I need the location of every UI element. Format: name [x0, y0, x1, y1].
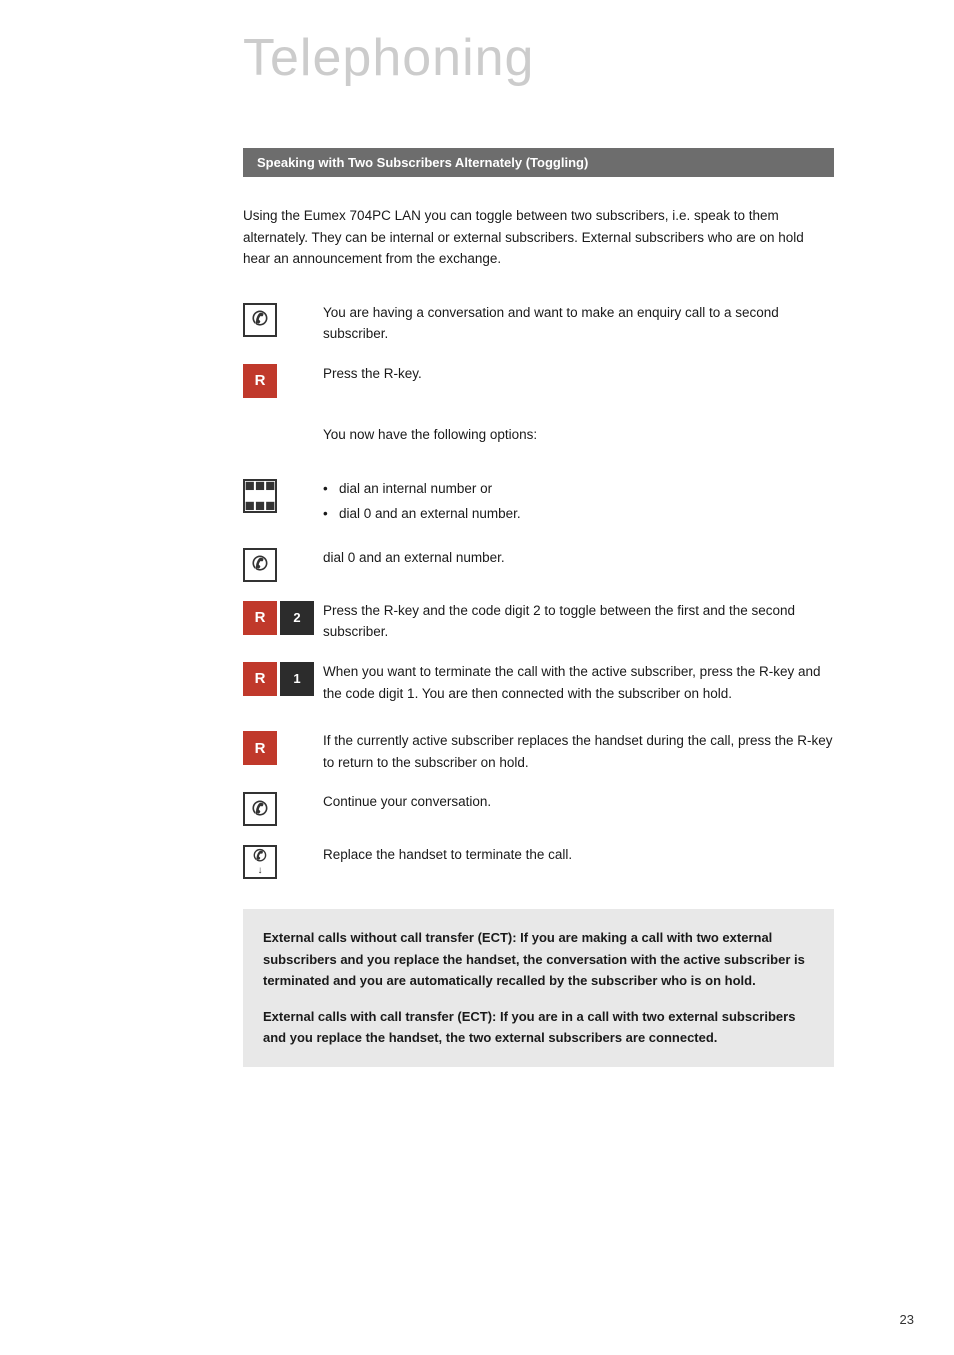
- keypad-glyph: ■■■■■■: [245, 476, 276, 516]
- step-text: You are having a conversation and want t…: [323, 302, 834, 345]
- step-text: Press the R-key and the code digit 2 to …: [323, 600, 834, 643]
- icon-cell: ✆ ↓: [243, 845, 323, 879]
- replace-handset-icon: ✆ ↓: [243, 845, 277, 879]
- step-row: ✆ dial 0 and an external number.: [243, 547, 834, 582]
- digit-2-icon: 2: [280, 601, 314, 635]
- icon-cell: ✆: [243, 792, 323, 826]
- step-text: If the currently active subscriber repla…: [323, 730, 834, 773]
- phone-icon-3: ✆: [243, 792, 277, 826]
- content-area: Speaking with Two Subscribers Alternatel…: [0, 148, 954, 1067]
- options-text: You now have the following options:: [323, 424, 834, 446]
- step-text: Press the R-key.: [323, 363, 834, 385]
- icon-cell: R 2: [243, 601, 323, 635]
- r-key-icon-3: R: [243, 662, 277, 696]
- page-number: 23: [900, 1312, 914, 1327]
- keypad-icon: ■■■■■■: [243, 479, 277, 513]
- step-row: ✆ Continue your conversation.: [243, 791, 834, 826]
- icon-cell: R: [243, 364, 323, 398]
- icon-cell: ■■■■■■: [243, 479, 323, 513]
- icon-cell: ✆: [243, 303, 323, 337]
- r-key-icon-4: R: [243, 731, 277, 765]
- step-row: R 2 Press the R-key and the code digit 2…: [243, 600, 834, 643]
- step-text: Continue your conversation.: [323, 791, 834, 813]
- step-row: ■■■■■■ dial an internal number or dial 0…: [243, 478, 834, 529]
- digit-1-icon: 1: [280, 662, 314, 696]
- replace-glyph: ✆ ↓: [253, 849, 266, 876]
- section-header: Speaking with Two Subscribers Alternatel…: [243, 148, 834, 177]
- step-row: ✆ ↓ Replace the handset to terminate the…: [243, 844, 834, 879]
- list-item: dial 0 and an external number.: [323, 503, 834, 525]
- step-text: dial 0 and an external number.: [323, 547, 834, 569]
- phone-icon: ✆: [243, 303, 277, 337]
- note-box: External calls without call transfer (EC…: [243, 909, 834, 1066]
- page-title: Telephoning: [0, 0, 954, 108]
- step-row: R If the currently active subscriber rep…: [243, 730, 834, 773]
- step-text: Replace the handset to terminate the cal…: [323, 844, 834, 866]
- phone-glyph-2: ✆: [252, 553, 268, 576]
- phone-glyph: ✆: [252, 308, 268, 331]
- step-row: ✆ You are having a conversation and want…: [243, 302, 834, 345]
- bullet-list: dial an internal number or dial 0 and an…: [323, 478, 834, 525]
- step-row: R 1 When you want to terminate the call …: [243, 661, 834, 704]
- phone-icon-2: ✆: [243, 548, 277, 582]
- page: Telephoning Speaking with Two Subscriber…: [0, 0, 954, 1355]
- step-text: When you want to terminate the call with…: [323, 661, 834, 704]
- list-item: dial an internal number or: [323, 478, 834, 500]
- note-text-1: External calls without call transfer (EC…: [263, 927, 814, 991]
- icon-cell: R 1: [243, 662, 323, 696]
- step-text: dial an internal number or dial 0 and an…: [323, 478, 834, 529]
- phone-glyph-3: ✆: [252, 798, 268, 821]
- step-row: R Press the R-key.: [243, 363, 834, 398]
- step-row: You now have the following options:: [243, 424, 834, 460]
- icon-cell: R: [243, 731, 323, 765]
- note-text-2: External calls with call transfer (ECT):…: [263, 1006, 814, 1049]
- r-key-icon: R: [243, 364, 277, 398]
- intro-text: Using the Eumex 704PC LAN you can toggle…: [243, 205, 834, 270]
- r-key-icon-2: R: [243, 601, 277, 635]
- icon-cell: ✆: [243, 548, 323, 582]
